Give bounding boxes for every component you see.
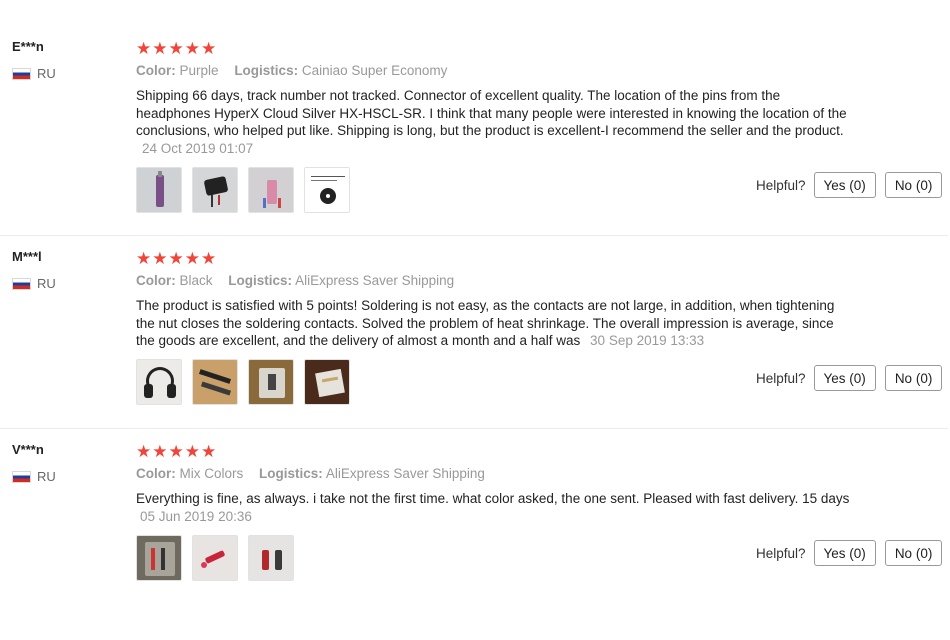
review-text: Shipping 66 days, track number not track… (136, 88, 847, 138)
helpful-no-button[interactable]: No (0) (884, 172, 943, 198)
star-icon: ★ (152, 39, 168, 58)
photo-connectors-table[interactable] (192, 359, 238, 405)
logistics-value: AliExpress Saver Shipping (325, 466, 485, 481)
logistics-label: Logistics: (259, 466, 323, 481)
logistics-label: Logistics: (234, 63, 299, 78)
helpful-yes-button[interactable]: Yes (0) (813, 365, 876, 391)
color-label: Color: (136, 273, 176, 288)
photo-parcel-hand[interactable] (304, 359, 350, 405)
review-text: Everything is fine, as always. i take no… (136, 491, 850, 506)
rating-stars: ★ ★ ★ ★ ★ (136, 443, 216, 460)
review-date: 30 Sep 2019 13:33 (590, 333, 705, 348)
review-text-block: Shipping 66 days, track number not track… (136, 87, 851, 157)
color-value: Purple (179, 63, 219, 78)
photo-black-plug[interactable] (192, 167, 238, 213)
star-icon: ★ (168, 39, 184, 58)
helpful-label: Helpful? (756, 177, 806, 193)
star-icon: ★ (136, 39, 152, 58)
helpful-label: Helpful? (756, 370, 806, 386)
review-text-block: Everything is fine, as always. i take no… (136, 490, 851, 525)
star-icon: ★ (152, 249, 168, 268)
review-date: 05 Jun 2019 20:36 (140, 508, 252, 524)
color-value: Mix Colors (179, 466, 244, 481)
russia-flag-icon (12, 67, 31, 80)
review-photos (136, 167, 350, 213)
star-icon: ★ (168, 249, 184, 268)
photo-connectors-pair[interactable] (248, 535, 294, 581)
reviewer-country: RU (12, 276, 56, 291)
review-meta: Color: Mix Colors Logistics: AliExpress … (136, 466, 485, 481)
helpful-no-button[interactable]: No (0) (884, 365, 943, 391)
color-label: Color: (136, 466, 176, 481)
review-meta: Color: Purple Logistics: Cainiao Super E… (136, 63, 447, 78)
star-icon: ★ (136, 249, 152, 268)
review-meta: Color: Black Logistics: AliExpress Saver… (136, 273, 454, 288)
russia-flag-icon (12, 277, 31, 290)
reviewer-name: V***n (12, 442, 44, 457)
country-code: RU (37, 66, 56, 81)
star-icon: ★ (184, 39, 200, 58)
review-date: 24 Oct 2019 01:07 (142, 140, 254, 156)
photo-connector-cable[interactable] (136, 167, 182, 213)
review-text-block: The product is satisfied with 5 points! … (136, 297, 851, 350)
logistics-value: Cainiao Super Economy (301, 63, 448, 78)
helpful-no-button[interactable]: No (0) (884, 540, 943, 566)
star-icon: ★ (201, 249, 217, 268)
reviewer-country: RU (12, 66, 56, 81)
review-text: The product is satisfied with 5 points! … (136, 298, 835, 348)
photo-pinout-diagram[interactable] (304, 167, 350, 213)
star-icon: ★ (184, 442, 200, 461)
helpful-controls: Helpful? Yes (0) No (0) (756, 365, 943, 391)
logistics-label: Logistics: (228, 273, 293, 288)
russia-flag-icon (12, 470, 31, 483)
reviewer-name: E***n (12, 39, 44, 54)
star-icon: ★ (136, 442, 152, 461)
color-value: Black (179, 273, 213, 288)
helpful-label: Helpful? (756, 545, 806, 561)
country-code: RU (37, 276, 56, 291)
photo-connector-package[interactable] (248, 359, 294, 405)
rating-stars: ★ ★ ★ ★ ★ (136, 40, 216, 57)
star-icon: ★ (168, 442, 184, 461)
review-photos (136, 359, 350, 405)
review-item: M***l RU ★ ★ ★ ★ ★ Color: Black Logistic… (0, 235, 948, 429)
reviewer-name: M***l (12, 249, 42, 264)
photo-headphones[interactable] (136, 359, 182, 405)
color-label: Color: (136, 63, 176, 78)
review-item: V***n RU ★ ★ ★ ★ ★ Color: Mix Colors Log… (0, 428, 948, 640)
helpful-controls: Helpful? Yes (0) No (0) (756, 172, 943, 198)
country-code: RU (37, 469, 56, 484)
star-icon: ★ (184, 249, 200, 268)
star-icon: ★ (201, 39, 217, 58)
photo-pink-connector[interactable] (248, 167, 294, 213)
review-photos (136, 535, 294, 581)
helpful-controls: Helpful? Yes (0) No (0) (756, 540, 943, 566)
reviewer-country: RU (12, 469, 56, 484)
star-icon: ★ (201, 442, 217, 461)
review-item: E***n RU ★ ★ ★ ★ ★ Color: Purple Logisti… (0, 0, 948, 236)
helpful-yes-button[interactable]: Yes (0) (813, 172, 876, 198)
star-icon: ★ (152, 442, 168, 461)
photo-connectors-bag[interactable] (136, 535, 182, 581)
rating-stars: ★ ★ ★ ★ ★ (136, 250, 216, 267)
helpful-yes-button[interactable]: Yes (0) (813, 540, 876, 566)
logistics-value: AliExpress Saver Shipping (295, 273, 455, 288)
photo-red-connectors[interactable] (192, 535, 238, 581)
